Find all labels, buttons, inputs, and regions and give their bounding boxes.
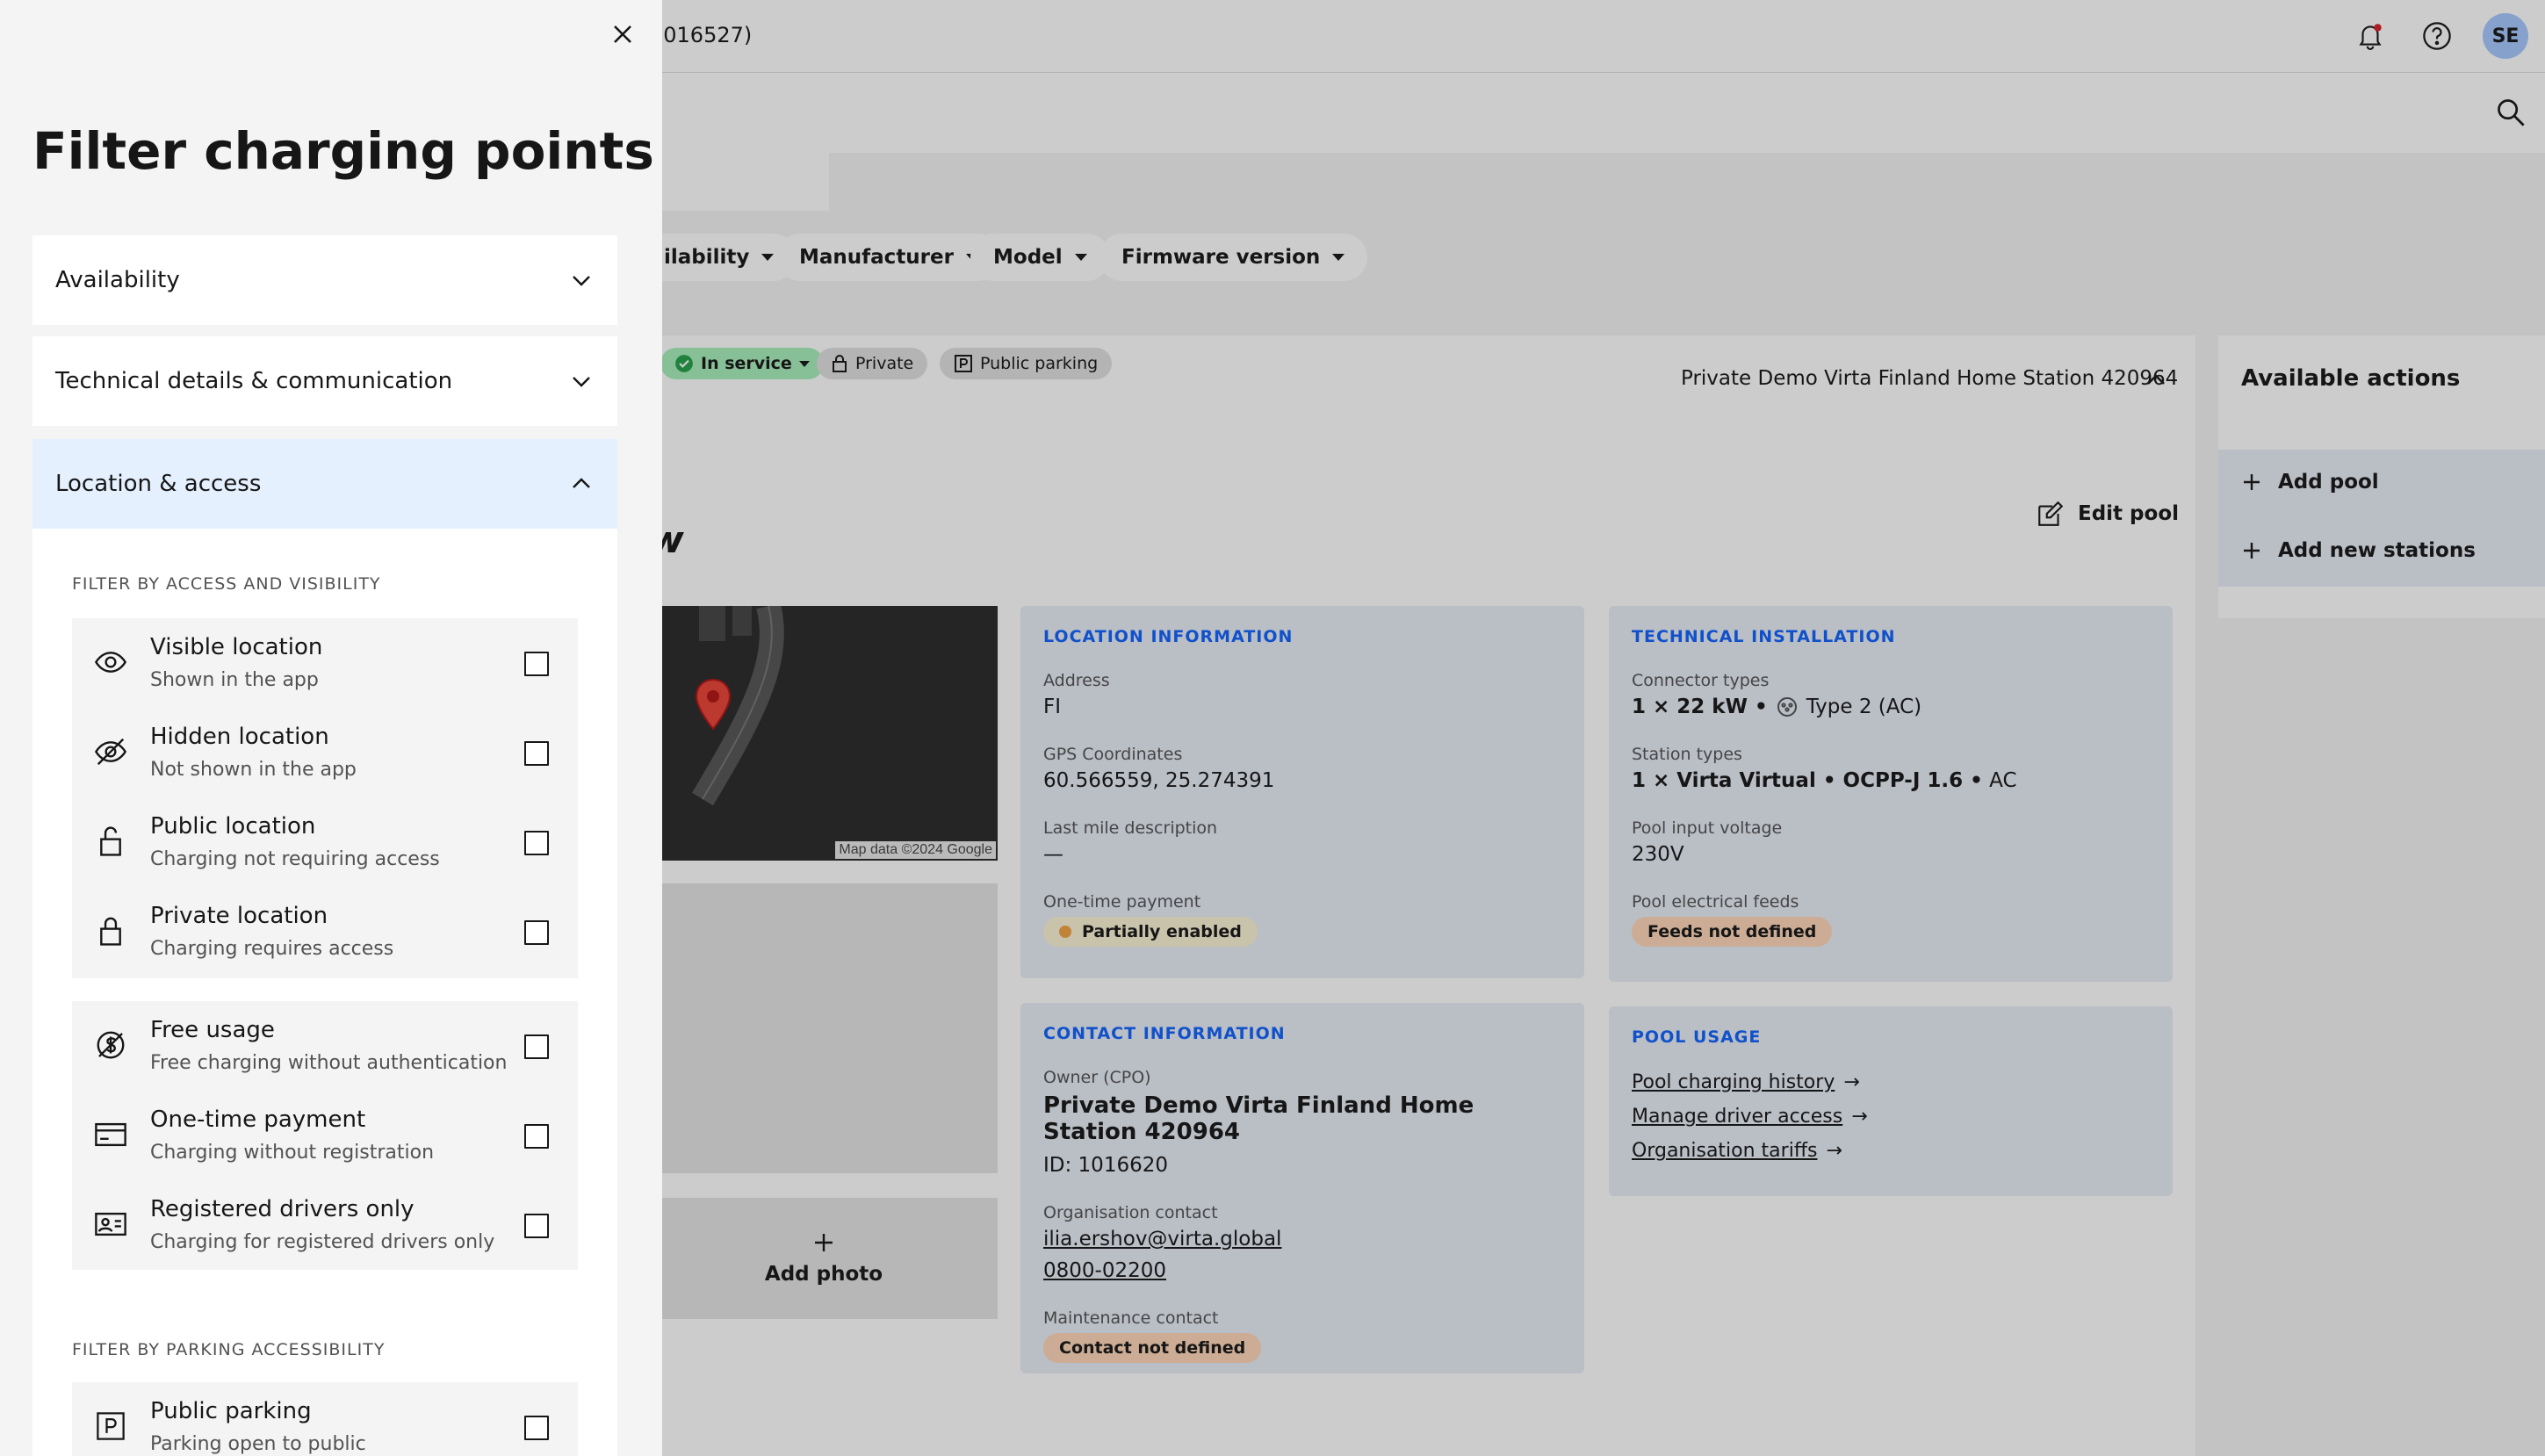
lock-icon [93,913,128,948]
option-public-location[interactable]: Public location Charging not requiring a… [72,797,578,887]
accordion-location[interactable]: Location & access [32,439,617,529]
checkbox-free-usage[interactable] [524,1034,549,1059]
card-icon [93,1117,128,1152]
option-hidden-location[interactable]: Hidden location Not shown in the app [72,708,578,797]
option-free-usage[interactable]: Free usage Free charging without authent… [72,1001,578,1091]
chevron-up-icon [573,478,590,488]
access-visibility-group: Visible location Shown in the app Hidden… [72,618,578,978]
section-parking-heading: FILTER BY PARKING ACCESSIBILITY [72,1340,386,1359]
drawer-title: Filter charging points [32,121,654,181]
option-one-time-payment[interactable]: One-time payment Charging without regist… [72,1091,578,1180]
close-icon[interactable] [608,19,638,49]
filter-drawer: Filter charging points Availability Tech… [0,0,662,1456]
eye-icon [93,645,128,680]
accordion-availability[interactable]: Availability [32,235,617,325]
checkbox-hidden-location[interactable] [524,741,549,766]
parking-icon [93,1409,128,1444]
parking-group: Public parking Parking open to public [72,1382,578,1456]
checkbox-visible-location[interactable] [524,652,549,676]
checkbox-public-location[interactable] [524,831,549,855]
eye-off-icon [93,734,128,769]
chevron-down-icon [573,377,590,387]
accordion-technical[interactable]: Technical details & communication [32,336,617,426]
checkbox-registered-drivers[interactable] [524,1214,549,1238]
checkbox-public-parking[interactable] [524,1416,549,1440]
option-private-location[interactable]: Private location Charging requires acces… [72,887,578,977]
checkbox-one-time-payment[interactable] [524,1124,549,1149]
option-visible-location[interactable]: Visible location Shown in the app [72,618,578,708]
free-icon [93,1027,128,1063]
option-registered-drivers[interactable]: Registered drivers only Charging for reg… [72,1180,578,1270]
option-public-parking[interactable]: Public parking Parking open to public [72,1382,578,1456]
checkbox-private-location[interactable] [524,920,549,945]
unlock-icon [93,824,128,859]
chevron-down-icon [573,276,590,286]
id-card-icon [93,1207,128,1242]
section-access-heading: FILTER BY ACCESS AND VISIBILITY [72,574,381,594]
usage-group: Free usage Free charging without authent… [72,1001,578,1270]
